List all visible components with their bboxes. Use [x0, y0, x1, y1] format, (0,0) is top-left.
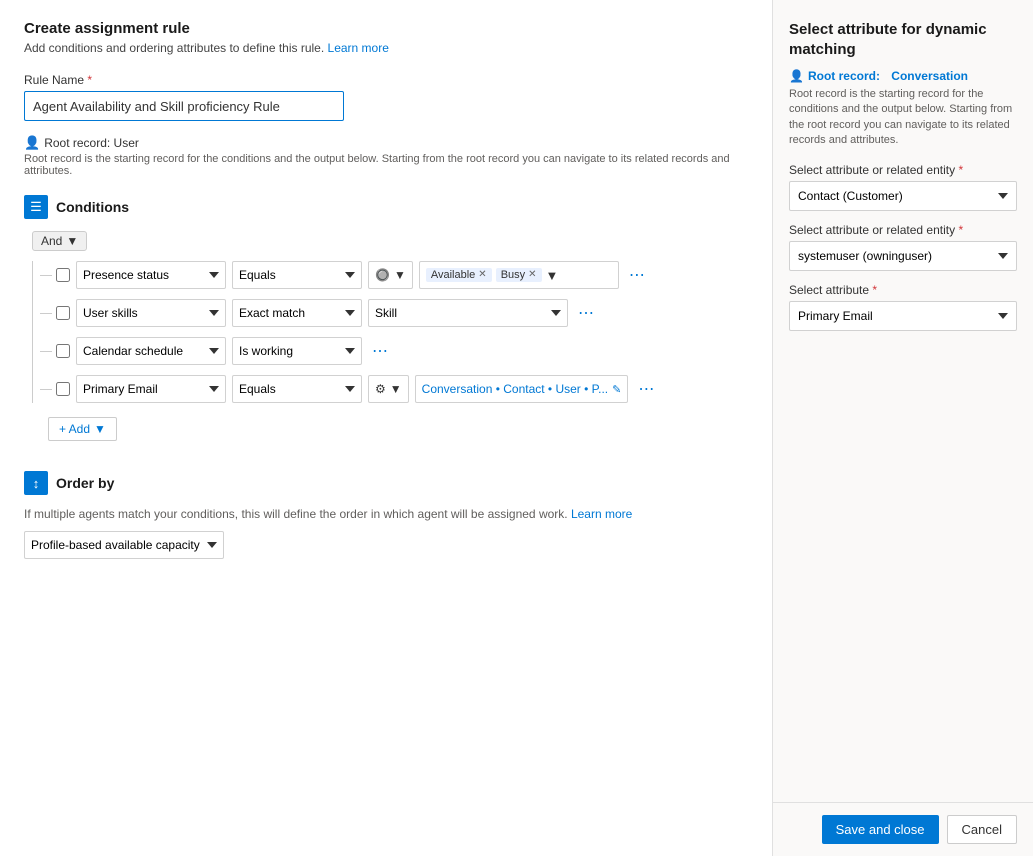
condition-more-4[interactable]: ⋯ — [634, 379, 658, 399]
condition-field-2[interactable]: User skills — [76, 299, 226, 327]
rule-name-input[interactable] — [24, 91, 344, 121]
right-panel: Select attribute for dynamic matching 👤 … — [773, 0, 1033, 856]
condition-more-2[interactable]: ⋯ — [574, 303, 598, 323]
learn-more-link[interactable]: Learn more — [328, 41, 389, 55]
condition-checkbox-3[interactable] — [56, 344, 70, 358]
root-record-row: 👤 Root record: User — [24, 135, 748, 151]
conditions-area: And ▼ Presence status Equals 🔘 ▼ — [32, 231, 748, 441]
user-icon: 👤 — [24, 135, 40, 151]
main-panel: Create assignment rule Add conditions an… — [0, 0, 773, 856]
right-user-icon: 👤 — [789, 69, 804, 83]
right-field1-select[interactable]: Contact (Customer) — [789, 181, 1017, 211]
condition-checkbox-4[interactable] — [56, 382, 70, 396]
condition-field-3[interactable]: Calendar schedule — [76, 337, 226, 365]
condition-operator-2[interactable]: Exact match — [232, 299, 362, 327]
right-field1-label: Select attribute or related entity * — [789, 163, 1017, 177]
conditions-section-header: ☰ Conditions — [24, 195, 748, 219]
condition-operator-3[interactable]: Is working — [232, 337, 362, 365]
tag-available: Available ✕ — [426, 268, 492, 282]
root-record-desc: Root record is the starting record for t… — [24, 153, 748, 177]
right-field3-label: Select attribute * — [789, 283, 1017, 297]
right-field2-select[interactable]: systemuser (owninguser) — [789, 241, 1017, 271]
right-root-desc: Root record is the starting record for t… — [789, 87, 1017, 149]
condition-field-1[interactable]: Presence status — [76, 261, 226, 289]
right-panel-title: Select attribute for dynamic matching — [789, 20, 1017, 59]
condition-more-1[interactable]: ⋯ — [625, 265, 649, 285]
order-by-desc: If multiple agents match your conditions… — [24, 507, 748, 521]
condition-dynamic-value-4[interactable]: Conversation • Contact • User • P... ✎ — [415, 375, 629, 403]
order-by-title: Order by — [56, 475, 114, 491]
condition-checkbox-2[interactable] — [56, 306, 70, 320]
order-by-icon: ↕ — [24, 471, 48, 495]
condition-row: Presence status Equals 🔘 ▼ Available ✕ B… — [40, 261, 748, 289]
order-by-select[interactable]: Profile-based available capacity — [24, 531, 224, 559]
tag-available-close[interactable]: ✕ — [478, 270, 486, 280]
conditions-title: Conditions — [56, 199, 129, 215]
tag-busy-close[interactable]: ✕ — [528, 270, 536, 280]
edit-icon[interactable]: ✎ — [612, 383, 621, 396]
condition-more-3[interactable]: ⋯ — [368, 341, 392, 361]
conditions-icon: ☰ — [24, 195, 48, 219]
and-badge[interactable]: And ▼ — [32, 231, 87, 251]
condition-tags-1[interactable]: Available ✕ Busy ✕ ▼ — [419, 261, 619, 289]
condition-icon-select-1[interactable]: 🔘 ▼ — [368, 261, 413, 289]
condition-row: User skills Exact match Skill ⋯ — [40, 299, 748, 327]
condition-row: Primary Email Equals ⚙ ▼ Conversation • … — [40, 375, 748, 403]
order-by-section: ↕ Order by If multiple agents match your… — [24, 471, 748, 559]
page-title: Create assignment rule — [24, 20, 748, 37]
right-root-record: 👤 Root record: Conversation — [789, 69, 1017, 83]
right-field3-select[interactable]: Primary Email — [789, 301, 1017, 331]
condition-value-2[interactable]: Skill — [368, 299, 568, 327]
tag-busy: Busy ✕ — [496, 268, 542, 282]
page-subtitle: Add conditions and ordering attributes t… — [24, 41, 748, 55]
right-field2-label: Select attribute or related entity * — [789, 223, 1017, 237]
add-condition-button[interactable]: + Add ▼ — [48, 417, 117, 441]
condition-rows-wrapper: Presence status Equals 🔘 ▼ Available ✕ B… — [32, 261, 748, 403]
condition-checkbox-1[interactable] — [56, 268, 70, 282]
condition-row: Calendar schedule Is working ⋯ — [40, 337, 748, 365]
order-by-learn-more[interactable]: Learn more — [571, 507, 632, 521]
order-by-header: ↕ Order by — [24, 471, 748, 495]
condition-icon-select-4[interactable]: ⚙ ▼ — [368, 375, 409, 403]
rule-name-label: Rule Name * — [24, 73, 748, 87]
condition-field-4[interactable]: Primary Email — [76, 375, 226, 403]
condition-operator-4[interactable]: Equals — [232, 375, 362, 403]
save-and-close-button[interactable]: Save and close — [822, 815, 939, 844]
condition-operator-1[interactable]: Equals — [232, 261, 362, 289]
cancel-button[interactable]: Cancel — [947, 815, 1017, 844]
bottom-bar: Save and close Cancel — [773, 802, 1033, 856]
